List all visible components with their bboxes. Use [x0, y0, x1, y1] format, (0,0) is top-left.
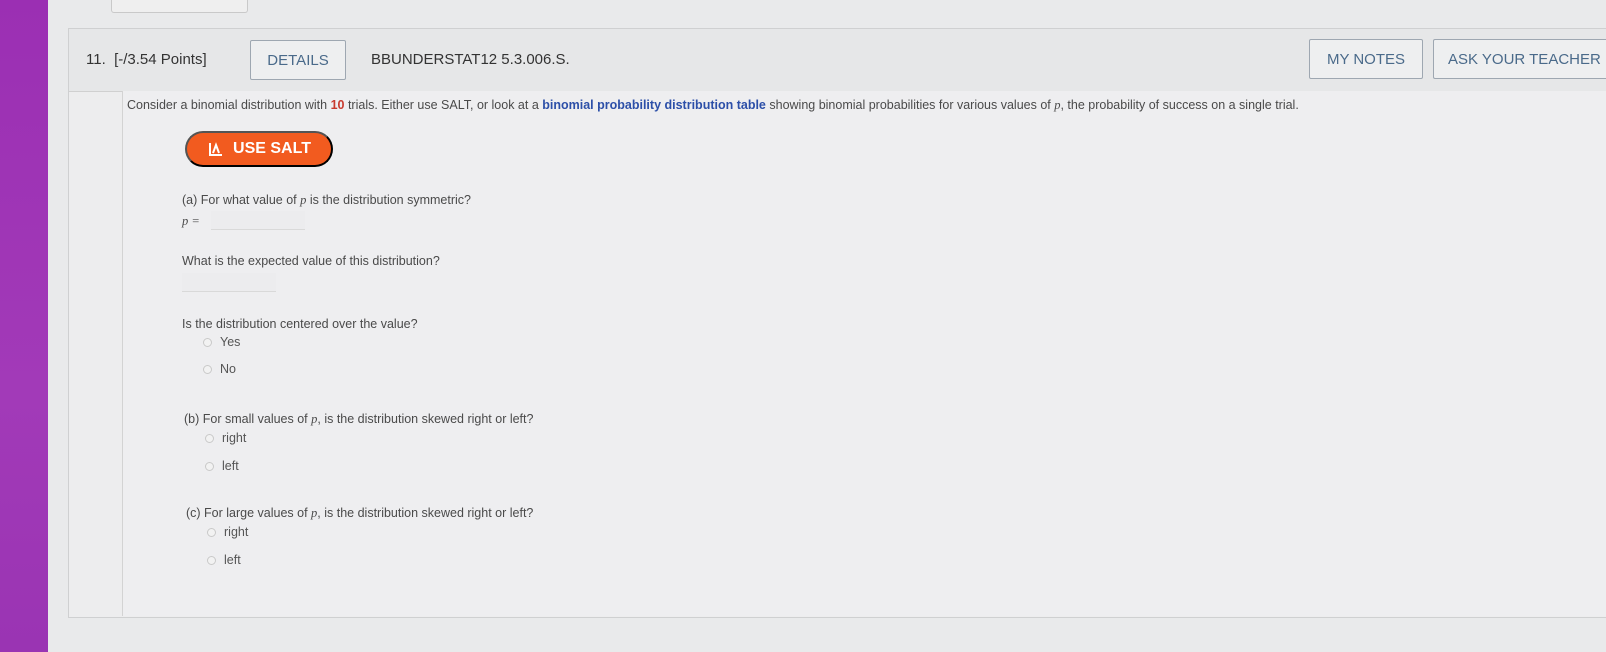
p-label: p =: [182, 214, 200, 229]
radio-no[interactable]: No: [203, 362, 236, 376]
binomial-table-link[interactable]: binomial probability distribution table: [542, 98, 766, 112]
part-b-post: , is the distribution skewed right or le…: [317, 412, 534, 426]
radio-no-circle[interactable]: [203, 364, 212, 374]
radio-c-left[interactable]: left: [207, 553, 241, 567]
my-notes-button[interactable]: MY NOTES: [1309, 39, 1423, 79]
part-c-question: (c) For large values of p, is the distri…: [186, 506, 533, 521]
part-c-pre: (c) For large values of: [186, 506, 312, 520]
question-points: [-/3.54 Points]: [114, 51, 207, 68]
part-c-post: , is the distribution skewed right or le…: [317, 506, 534, 520]
radio-b-right-label: right: [222, 431, 247, 445]
radio-c-right[interactable]: right: [207, 525, 248, 539]
radio-yes[interactable]: Yes: [203, 335, 240, 349]
prompt-trials: 10: [330, 98, 345, 112]
question-content: Consider a binomial distribution with 10…: [122, 91, 1606, 616]
use-salt-button[interactable]: USE SALT: [185, 131, 333, 167]
radio-b-left-label: left: [222, 459, 239, 473]
part-a-post: is the distribution symmetric?: [306, 193, 471, 207]
radio-no-label: No: [220, 362, 236, 376]
ask-teacher-button[interactable]: ASK YOUR TEACHER: [1433, 39, 1606, 79]
part-b-question: (b) For small values of p, is the distri…: [184, 412, 533, 427]
p-label-text: p =: [182, 214, 200, 228]
radio-c-right-label: right: [224, 525, 249, 539]
radio-b-left-circle[interactable]: [205, 461, 214, 471]
question-number-text: 11.: [86, 51, 106, 68]
radio-c-right-circle[interactable]: [207, 527, 216, 537]
radio-yes-circle[interactable]: [203, 337, 212, 347]
use-salt-label: USE SALT: [233, 140, 311, 157]
radio-b-left[interactable]: left: [205, 459, 239, 473]
prompt-text-4: , the probability of success on a single…: [1060, 98, 1299, 112]
previous-question-tab: [111, 0, 248, 13]
prompt-text-1: Consider a binomial distribution with: [127, 98, 331, 112]
expected-value-question: What is the expected value of this distr…: [182, 254, 440, 268]
part-a-question: (a) For what value of p is the distribut…: [182, 193, 471, 208]
radio-b-right[interactable]: right: [205, 431, 246, 445]
left-purple-strip: [0, 0, 48, 652]
salt-icon: [209, 142, 223, 156]
question-prompt: Consider a binomial distribution with 10…: [127, 98, 1299, 113]
question-card: 11. [-/3.54 Points] DETAILS BBUNDERSTAT1…: [68, 28, 1606, 618]
radio-c-left-circle[interactable]: [207, 555, 216, 565]
centered-question: Is the distribution centered over the va…: [182, 317, 418, 331]
p-value-input[interactable]: [211, 211, 305, 230]
prompt-text-3: showing binomial probabilities for vario…: [765, 98, 1055, 112]
question-header: 11. [-/3.54 Points] DETAILS BBUNDERSTAT1…: [69, 29, 1606, 92]
question-number: 11. [-/3.54 Points]: [86, 51, 207, 68]
prompt-text-2: trials. Either use SALT, or look at a: [344, 98, 543, 112]
expected-value-input[interactable]: [182, 273, 276, 292]
details-button[interactable]: DETAILS: [250, 40, 346, 80]
radio-c-left-label: left: [224, 553, 241, 567]
question-code: BBUNDERSTAT12 5.3.006.S.: [371, 51, 570, 68]
radio-yes-label: Yes: [220, 335, 241, 349]
radio-b-right-circle[interactable]: [205, 433, 214, 443]
part-b-pre: (b) For small values of: [184, 412, 312, 426]
part-a-pre: (a) For what value of: [182, 193, 301, 207]
